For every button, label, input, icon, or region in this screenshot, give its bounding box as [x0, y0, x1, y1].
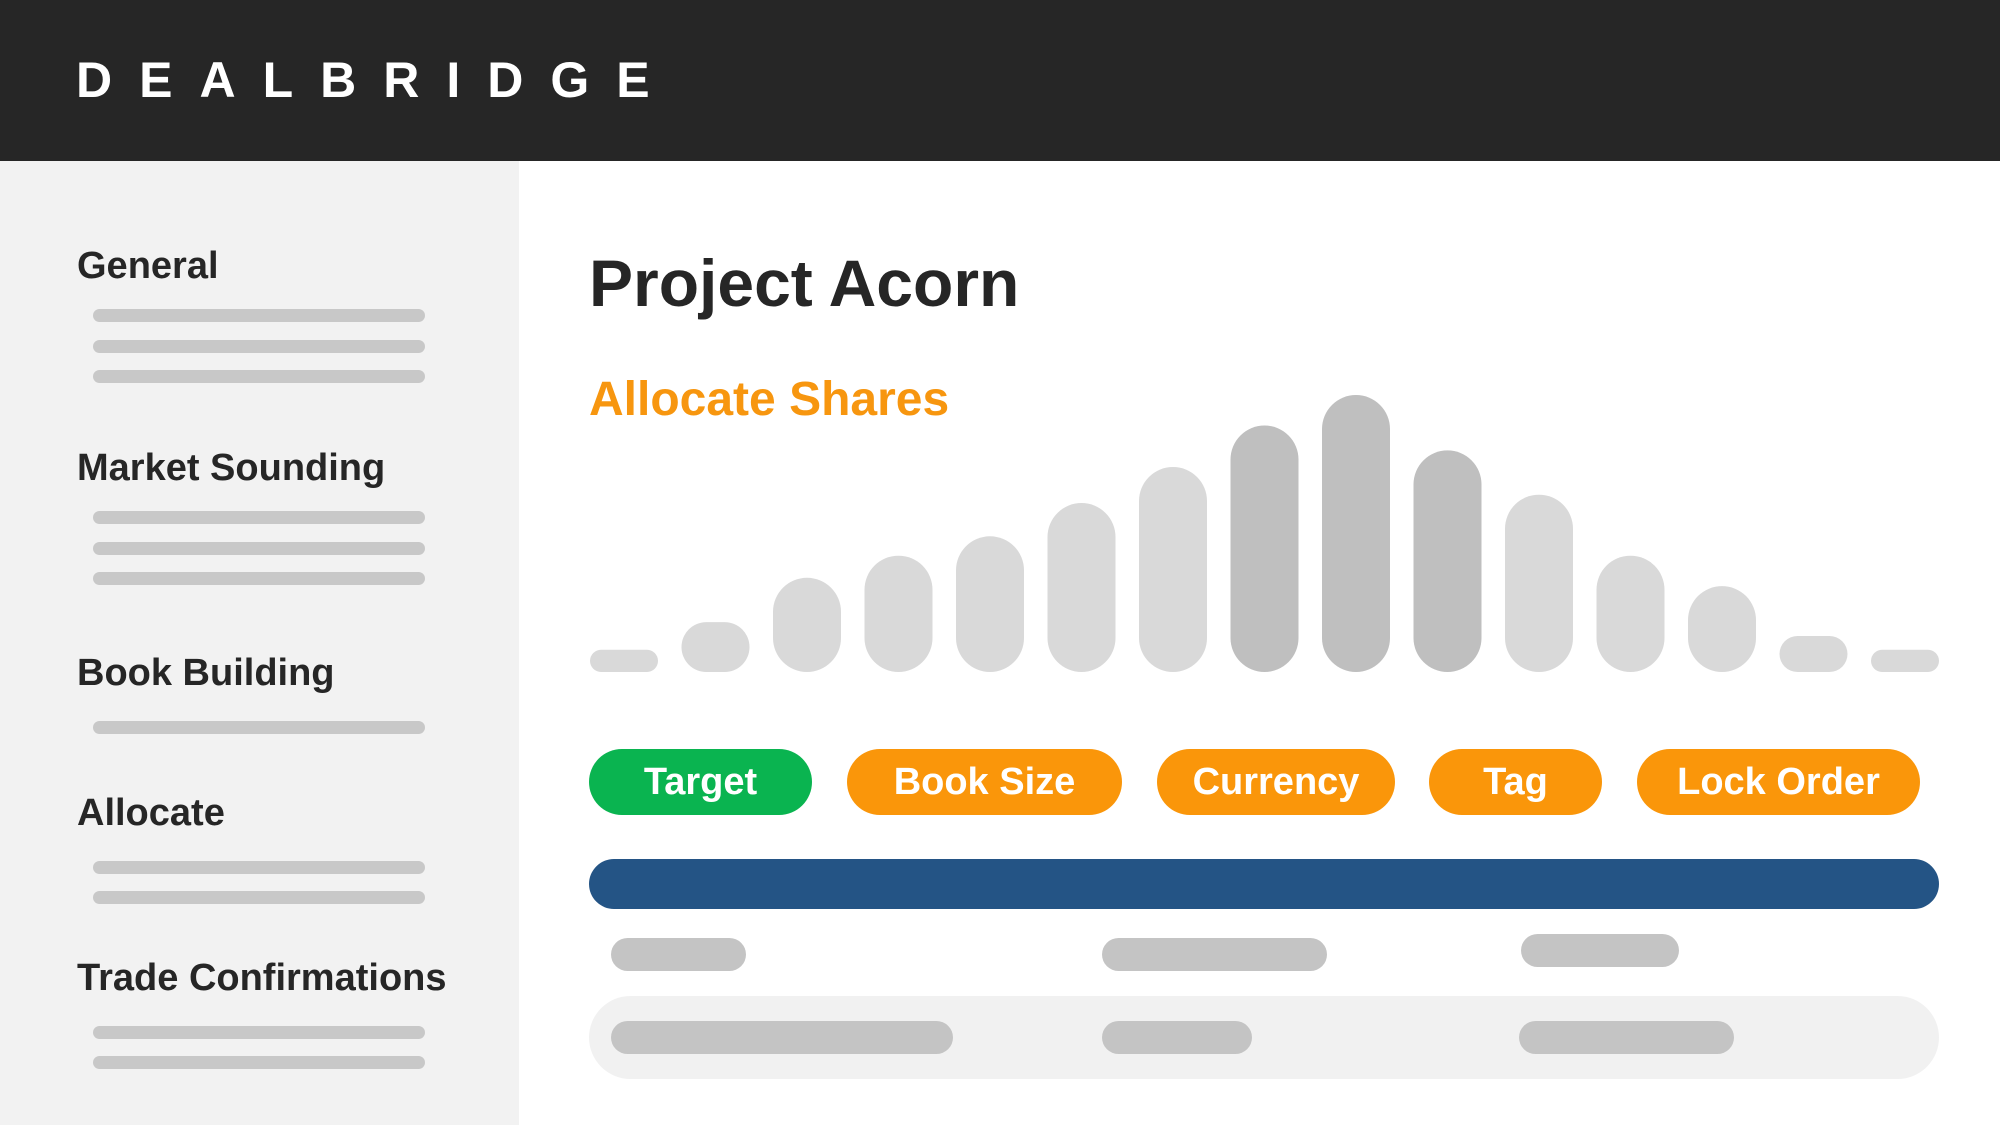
header-placeholder	[1521, 934, 1679, 967]
chart-bar-7	[1139, 467, 1207, 672]
brand-logo[interactable]: DEALBRIDGE	[76, 50, 677, 110]
tag-chip[interactable]: Tag	[1429, 749, 1602, 815]
book-size-chip[interactable]: Book Size	[847, 749, 1122, 815]
chart-bar-14	[1779, 636, 1848, 672]
sidebar-section-label[interactable]: Book Building	[77, 651, 335, 695]
chart-bar-3	[773, 577, 841, 672]
page-title: Project Acorn	[589, 246, 1020, 320]
placeholder-line	[93, 1056, 425, 1069]
table-header-bar	[589, 859, 1939, 909]
chart-bar-13	[1688, 586, 1756, 672]
target-chip[interactable]: Target	[589, 749, 812, 815]
chart-bar-6	[1047, 503, 1116, 672]
cell-placeholder	[1519, 1021, 1734, 1054]
header-placeholder	[1102, 938, 1327, 971]
chart-bar-11	[1505, 494, 1573, 672]
placeholder-line	[93, 309, 425, 322]
section-subtitle: Allocate Shares	[589, 373, 950, 426]
lock-order-chip[interactable]: Lock Order	[1637, 749, 1920, 815]
sidebar: General Market Sounding Book Building Al…	[0, 161, 519, 1125]
placeholder-line	[93, 542, 425, 555]
placeholder-line	[93, 511, 425, 524]
chart-bar-4	[864, 555, 933, 672]
cell-placeholder	[611, 1021, 953, 1054]
currency-chip[interactable]: Currency	[1157, 749, 1395, 815]
chart-bar-8	[1230, 425, 1299, 672]
chart-bar-15	[1871, 649, 1939, 672]
chart-bar-5	[956, 536, 1024, 672]
placeholder-line	[93, 721, 425, 734]
sidebar-section-label[interactable]: Trade Confirmations	[77, 956, 447, 1000]
sidebar-section-label[interactable]: Market Sounding	[77, 446, 385, 490]
placeholder-line	[93, 572, 425, 585]
cell-placeholder	[1102, 1021, 1252, 1054]
chart-bar-12	[1596, 555, 1665, 672]
placeholder-line	[93, 891, 425, 904]
sidebar-section-label[interactable]: Allocate	[77, 791, 225, 835]
sidebar-section-label[interactable]: General	[77, 244, 219, 288]
placeholder-line	[93, 370, 425, 383]
top-bar: DEALBRIDGE	[0, 0, 2000, 161]
chart-bar-1	[590, 649, 658, 672]
header-placeholder	[611, 938, 746, 971]
placeholder-line	[93, 340, 425, 353]
chart-bar-10	[1413, 450, 1482, 672]
placeholder-line	[93, 861, 425, 874]
chart-bar-2	[681, 622, 750, 672]
chart-bar-9	[1322, 395, 1390, 672]
placeholder-line	[93, 1026, 425, 1039]
